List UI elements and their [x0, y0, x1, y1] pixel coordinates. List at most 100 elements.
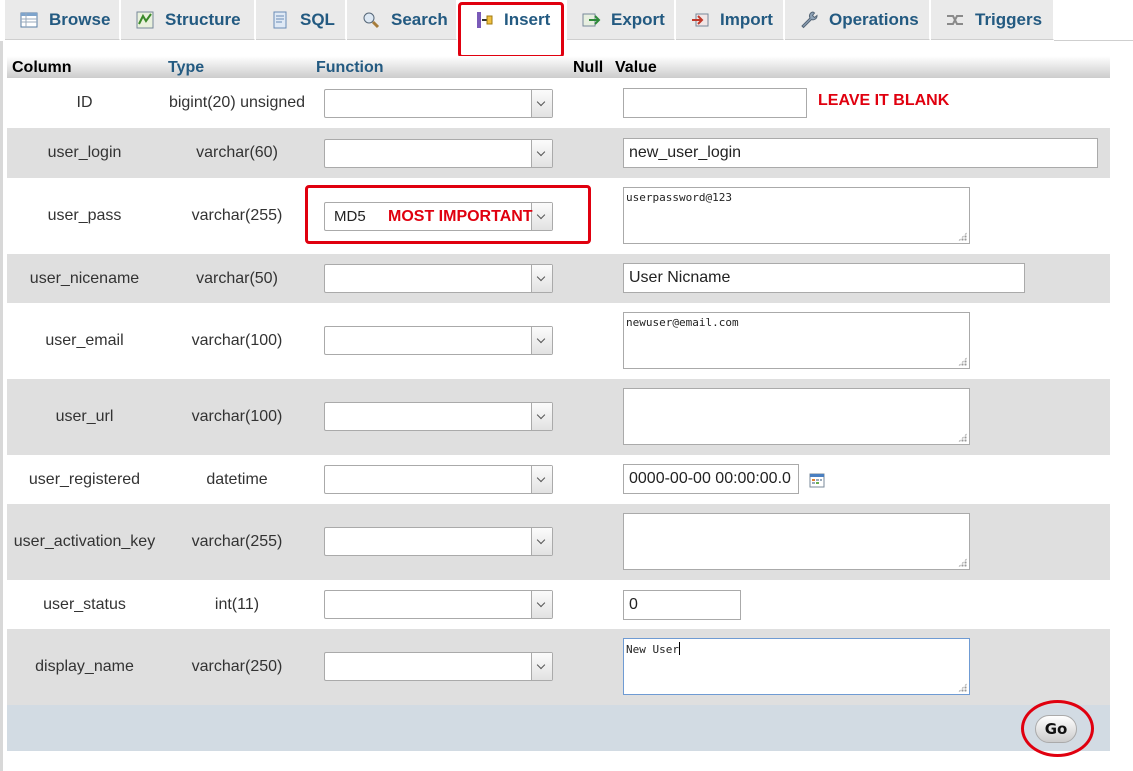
- chevron-down-icon: [531, 653, 552, 680]
- value-input[interactable]: 0000-00-00 00:00:00.0: [623, 464, 799, 494]
- header-column: Column: [12, 59, 72, 76]
- table-row: user_login varchar(60) new_user_login: [7, 128, 1110, 178]
- value-textarea[interactable]: newuser@email.com: [623, 312, 970, 369]
- column-type: varchar(250): [191, 658, 283, 675]
- function-select[interactable]: [324, 264, 553, 293]
- triggers-icon: [945, 10, 965, 30]
- structure-icon: [135, 10, 155, 30]
- tab-sql-label: SQL: [300, 9, 335, 29]
- tab-sql[interactable]: SQL: [256, 0, 346, 40]
- value-textarea[interactable]: New User: [623, 638, 970, 695]
- tab-operations[interactable]: Operations: [785, 0, 930, 40]
- column-type: varchar(60): [196, 144, 278, 161]
- import-icon: [690, 10, 710, 30]
- tab-import[interactable]: Import: [676, 0, 784, 40]
- tab-triggers[interactable]: Triggers: [931, 0, 1054, 40]
- browse-icon: [19, 10, 39, 30]
- column-type: int(11): [214, 595, 260, 613]
- export-icon: [581, 10, 601, 30]
- header-type[interactable]: Type: [168, 56, 204, 78]
- resize-grip-icon[interactable]: [958, 558, 967, 567]
- tab-export-label: Export: [611, 9, 665, 29]
- value-textarea[interactable]: userpassword@123: [623, 187, 970, 244]
- function-select[interactable]: [324, 139, 553, 168]
- wrench-icon: [799, 10, 819, 30]
- function-select[interactable]: [324, 465, 553, 494]
- chevron-down-icon: [531, 591, 552, 618]
- table-row: ID bigint(20) unsigned LEAVE IT BLANK: [7, 78, 1110, 128]
- column-type: datetime: [206, 470, 268, 488]
- column-name: user_nicename: [29, 269, 140, 287]
- column-name: user_registered: [28, 470, 141, 488]
- value-textarea[interactable]: [623, 388, 970, 445]
- resize-grip-icon[interactable]: [958, 683, 967, 692]
- function-select[interactable]: [324, 527, 553, 556]
- table-header: Column Type Function Null Value: [7, 56, 1110, 78]
- column-type: varchar(50): [196, 269, 278, 287]
- tab-triggers-label: Triggers: [975, 9, 1043, 29]
- tab-bar-divider: [1054, 40, 1133, 41]
- column-type: varchar(255): [191, 207, 283, 224]
- chevron-down-icon: [531, 466, 552, 493]
- value-input[interactable]: User Nicname: [623, 263, 1025, 293]
- table-row: user_status int(11) 0: [7, 580, 1110, 629]
- chevron-down-icon: [531, 403, 552, 430]
- table-row: user_pass varchar(255) MD5 MOST IMPORTAN…: [7, 178, 1110, 254]
- header-null: Null: [573, 59, 604, 76]
- function-select[interactable]: [324, 89, 553, 118]
- column-name: ID: [76, 94, 93, 111]
- tab-export[interactable]: Export: [567, 0, 675, 40]
- tab-bar: Browse Structure SQL Search Insert Expor…: [0, 0, 1133, 41]
- calendar-icon[interactable]: [809, 472, 825, 488]
- insert-tab-highlight: [458, 2, 564, 58]
- function-select[interactable]: [324, 402, 553, 431]
- column-name: user_email: [45, 332, 124, 349]
- column-type: varchar(255): [191, 533, 283, 550]
- tab-structure-label: Structure: [165, 9, 241, 29]
- left-border: [0, 41, 3, 771]
- sql-icon: [270, 10, 290, 30]
- value-input[interactable]: new_user_login: [623, 138, 1098, 168]
- tab-search-label: Search: [391, 9, 448, 29]
- column-name: user_url: [55, 408, 114, 425]
- function-select[interactable]: [324, 326, 553, 355]
- table-row: display_name varchar(250) New User: [7, 629, 1110, 705]
- tab-import-label: Import: [720, 9, 773, 29]
- go-button-highlight: [1021, 700, 1094, 757]
- chevron-down-icon: [531, 140, 552, 167]
- function-select[interactable]: [324, 652, 553, 681]
- tab-structure[interactable]: Structure: [121, 0, 255, 40]
- chevron-down-icon: [531, 528, 552, 555]
- tab-browse[interactable]: Browse: [5, 0, 120, 40]
- table-row: user_nicename varchar(50) User Nicname: [7, 254, 1110, 303]
- resize-grip-icon[interactable]: [958, 232, 967, 241]
- text-caret: [678, 642, 680, 655]
- column-type: varchar(100): [191, 332, 283, 349]
- column-name: user_status: [43, 595, 126, 613]
- resize-grip-icon[interactable]: [958, 433, 967, 442]
- table-row: user_email varchar(100) newuser@email.co…: [7, 303, 1110, 379]
- chevron-down-icon: [531, 327, 552, 354]
- form-footer: [7, 705, 1110, 751]
- column-name: display_name: [35, 658, 134, 675]
- chevron-down-icon: [531, 265, 552, 292]
- function-select[interactable]: [324, 590, 553, 619]
- tab-operations-label: Operations: [829, 9, 919, 29]
- tab-search[interactable]: Search: [347, 0, 457, 40]
- header-function[interactable]: Function: [316, 56, 384, 78]
- column-type: bigint(20) unsigned: [168, 94, 306, 111]
- search-icon: [361, 10, 381, 30]
- value-textarea[interactable]: [623, 513, 970, 570]
- leave-blank-annotation: LEAVE IT BLANK: [818, 92, 950, 109]
- value-input[interactable]: [623, 88, 807, 118]
- resize-grip-icon[interactable]: [958, 357, 967, 366]
- table-row: user_registered datetime 0000-00-00 00:0…: [7, 455, 1110, 504]
- column-name: user_login: [47, 144, 122, 161]
- chevron-down-icon: [531, 90, 552, 117]
- column-type: varchar(100): [191, 408, 283, 425]
- column-name: user_pass: [47, 207, 122, 224]
- header-value: Value: [615, 59, 657, 76]
- value-input[interactable]: 0: [623, 590, 741, 620]
- table-row: user_url varchar(100): [7, 379, 1110, 455]
- column-name: user_activation_key: [13, 533, 156, 550]
